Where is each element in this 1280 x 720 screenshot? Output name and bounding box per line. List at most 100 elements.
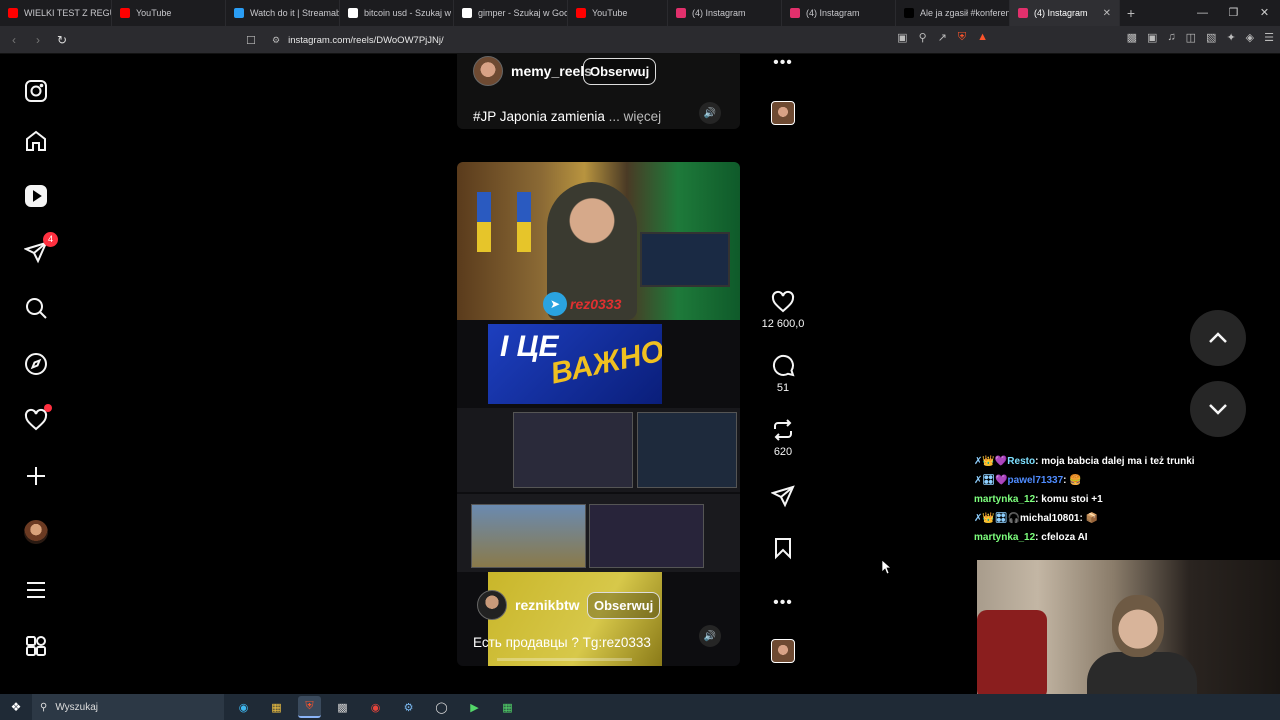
reels-icon[interactable] xyxy=(22,182,50,210)
wallet2-icon[interactable]: ▧ xyxy=(1206,31,1216,44)
chat-username[interactable]: Resto xyxy=(1007,456,1035,467)
tab-favicon-icon xyxy=(576,8,586,18)
browser-tab[interactable]: Ale ja zgasił #konferen... xyxy=(896,0,1010,26)
chat-username[interactable]: martynka_12 xyxy=(974,494,1035,505)
extensions-icon[interactable]: ▩ xyxy=(1127,31,1137,44)
cast-icon[interactable]: ▣ xyxy=(897,31,907,44)
create-icon[interactable] xyxy=(22,462,50,490)
brave-rewards-icon[interactable]: ▲ xyxy=(977,31,988,44)
browser-tab[interactable]: bitcoin usd - Szukaj w ... xyxy=(340,0,454,26)
save-button[interactable] xyxy=(755,536,811,560)
volume-icon[interactable]: 🔊 xyxy=(699,102,721,124)
reel-previous[interactable]: memy_reels Obserwuj #JP Japonia zamienia… xyxy=(457,54,740,129)
send-icon[interactable] xyxy=(771,484,795,508)
sidebar-toggle-icon[interactable]: ◫ xyxy=(1186,31,1196,44)
instagram-logo-icon[interactable] xyxy=(22,77,50,105)
close-window-button[interactable]: ✕ xyxy=(1249,0,1280,26)
browser-tab[interactable]: YouTube xyxy=(568,0,668,26)
also-from-meta-icon[interactable] xyxy=(22,632,50,660)
notifications-icon[interactable] xyxy=(22,404,52,434)
app-icon[interactable]: ▩ xyxy=(331,696,354,718)
more-menu-icon[interactable] xyxy=(22,576,50,604)
next-reel-button[interactable] xyxy=(1190,381,1246,437)
more-options-icon[interactable]: ••• xyxy=(755,594,811,612)
messages-icon[interactable]: 4 xyxy=(22,232,58,266)
messages-badge: 4 xyxy=(43,232,58,247)
browser-tab[interactable]: (4) Instagram xyxy=(782,0,896,26)
repost-icon[interactable] xyxy=(771,418,795,442)
author-username[interactable]: reznikbtw xyxy=(515,597,580,613)
chat-username[interactable]: michal10801 xyxy=(1020,513,1080,524)
author-avatar[interactable] xyxy=(473,56,503,86)
reload-button[interactable]: ↻ xyxy=(52,33,72,47)
previous-reel-button[interactable] xyxy=(1190,310,1246,366)
brave-icon[interactable]: ⛨ xyxy=(298,696,321,718)
video-progress[interactable] xyxy=(497,658,632,661)
browser-tab[interactable]: (4) Instagram xyxy=(668,0,782,26)
leo-icon[interactable]: ✦ xyxy=(1226,31,1235,44)
zoom-icon[interactable]: ⚲ xyxy=(919,31,927,44)
minimize-button[interactable]: — xyxy=(1187,0,1218,26)
reel-caption[interactable]: Есть продавцы ? Tg:rez0333 xyxy=(473,635,651,650)
repost-button[interactable]: 620 xyxy=(755,418,811,458)
author-avatar[interactable] xyxy=(477,590,507,620)
comment-icon[interactable] xyxy=(771,354,795,378)
share-icon[interactable]: ↗ xyxy=(938,31,947,44)
browser-tab[interactable]: Watch do it | Streamab... xyxy=(226,0,340,26)
edge-icon[interactable]: ◉ xyxy=(232,696,255,718)
menu-icon[interactable]: ☰ xyxy=(1264,31,1274,44)
vpn-icon[interactable]: ◈ xyxy=(1246,31,1254,44)
browser-tab[interactable]: YouTube xyxy=(112,0,226,26)
bookmark-icon[interactable]: ☐ xyxy=(246,34,262,47)
profile-avatar[interactable] xyxy=(22,518,50,546)
tab-favicon-icon xyxy=(462,8,472,18)
like-button[interactable]: 12 600,0 xyxy=(755,290,811,330)
chrome-icon[interactable]: ◉ xyxy=(364,696,387,718)
volume-icon[interactable]: 🔊 xyxy=(699,625,721,647)
site-info-icon[interactable]: ⚙ xyxy=(272,35,280,46)
windows-start-icon[interactable]: ❖ xyxy=(0,700,32,714)
chat-username[interactable]: martynka_12 xyxy=(974,532,1035,543)
search-icon[interactable] xyxy=(22,294,50,322)
close-tab-icon[interactable]: ✕ xyxy=(1103,8,1111,19)
browser-tab[interactable]: WIELKI TEST Z REGUŁĄ... xyxy=(0,0,112,26)
taskbar-search[interactable]: ⚲ Wyszukaj xyxy=(32,694,224,720)
restore-button[interactable]: ❐ xyxy=(1218,0,1249,26)
app2-icon[interactable]: ▦ xyxy=(496,696,519,718)
wallet-icon[interactable]: ▣ xyxy=(1147,31,1157,44)
share-button[interactable] xyxy=(755,484,811,508)
author-username[interactable]: memy_reels xyxy=(511,63,592,79)
media-icon[interactable]: ▶ xyxy=(463,696,486,718)
music-icon[interactable]: ♫ xyxy=(1167,31,1175,44)
address-bar[interactable]: ☐ ⚙ instagram.com/reels/DWoOW7PjJNj/ xyxy=(246,29,990,51)
forward-button[interactable]: › xyxy=(28,33,48,47)
follow-button[interactable]: Obserwuj xyxy=(587,591,661,619)
new-tab-button[interactable]: + xyxy=(1120,5,1142,21)
reel-caption[interactable]: #JP Japonia zamienia ... więcej xyxy=(473,109,661,124)
chat-badges: ✗👑💜 xyxy=(974,456,1008,467)
more-link[interactable]: ... więcej xyxy=(609,109,662,124)
steam-icon[interactable]: ⚙ xyxy=(397,696,420,718)
brave-shields-icon[interactable]: ⛨ xyxy=(958,31,966,44)
taskbar-apps: ◉ ▦ ⛨ ▩ ◉ ⚙ ◯ ▶ ▦ xyxy=(232,696,519,718)
more-options-icon[interactable]: ••• xyxy=(755,54,811,72)
audio-thumbnail[interactable] xyxy=(771,101,795,125)
file-explorer-icon[interactable]: ▦ xyxy=(265,696,288,718)
back-button[interactable]: ‹ xyxy=(4,33,24,47)
chat-username[interactable]: pawel71337 xyxy=(1008,475,1064,486)
comment-button[interactable]: 51 xyxy=(755,354,811,394)
heart-icon[interactable] xyxy=(771,290,795,314)
bookmark-icon[interactable] xyxy=(771,536,795,560)
reposts-count: 620 xyxy=(773,446,793,458)
home-icon[interactable] xyxy=(22,127,50,155)
browser-tab[interactable]: (4) Instagram ✕ xyxy=(1010,0,1120,26)
browser-tab[interactable]: gimper - Szukaj w Goo... xyxy=(454,0,568,26)
mouse-cursor-icon xyxy=(882,560,892,575)
address-bar-actions: ▣ ⚲ ↗ ⛨ ▲ xyxy=(897,31,988,44)
explore-icon[interactable] xyxy=(22,350,50,378)
obs-icon[interactable]: ◯ xyxy=(430,696,453,718)
follow-button[interactable]: Obserwuj xyxy=(583,57,657,85)
reel-video[interactable]: ➤ rez0333 І ЦЕ ВАЖНО reznikbtw Obserwuj … xyxy=(457,162,740,666)
audio-thumbnail[interactable] xyxy=(771,639,795,663)
url-text[interactable]: instagram.com/reels/DWoOW7PjJNj/ xyxy=(288,35,444,46)
